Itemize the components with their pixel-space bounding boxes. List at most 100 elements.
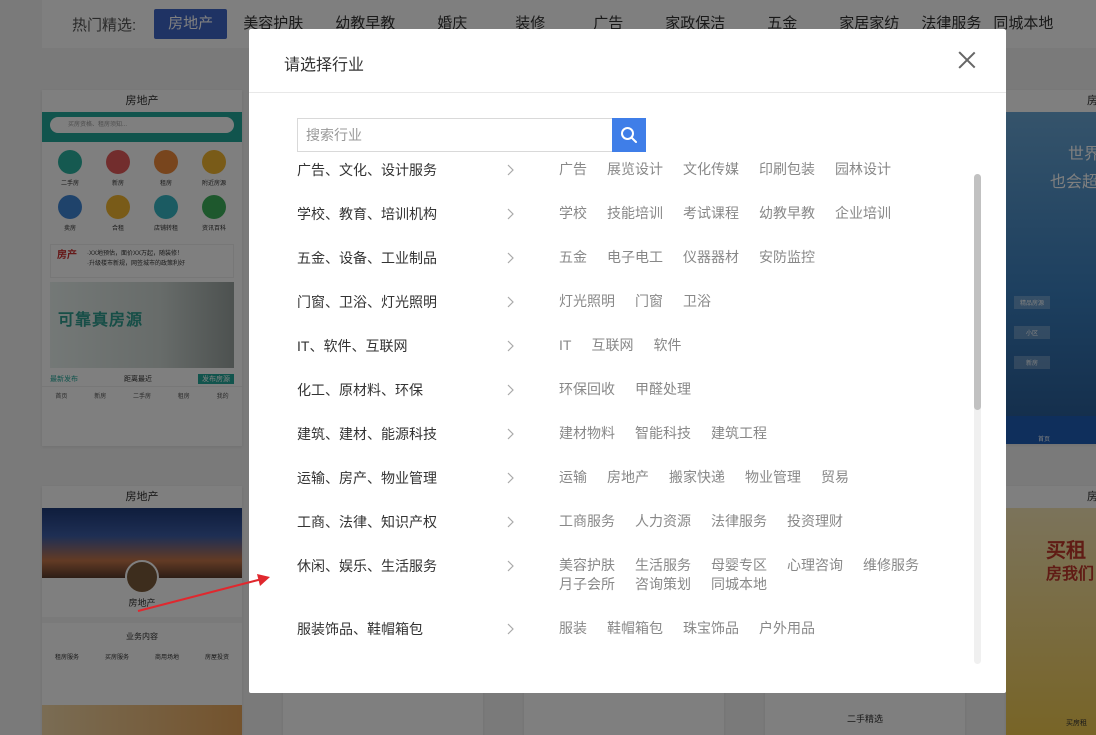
subcategory-link[interactable]: 技能培训	[607, 204, 663, 223]
subcategory-link[interactable]: 印刷包装	[759, 160, 815, 179]
subcategory-list: 建材物料 智能科技 建筑工程	[559, 424, 959, 443]
subcategory-link[interactable]: 考试课程	[683, 204, 739, 223]
industry-category[interactable]: IT、软件、互联网	[297, 336, 507, 356]
industry-category[interactable]: 运输、房产、物业管理	[297, 468, 507, 488]
industry-row[interactable]: 休闲、娱乐、生活服务 美容护肤 生活服务 母婴专区 心理咨询 维修服务月子会所 咨询策划 同城…	[297, 556, 959, 594]
industry-row[interactable]: 服装饰品、鞋帽箱包 服装 鞋帽箱包 珠宝饰品 户外用品	[297, 619, 959, 639]
chevron-right-icon	[507, 292, 559, 311]
industry-category[interactable]: 五金、设备、工业制品	[297, 248, 507, 268]
subcategory-link[interactable]: 户外用品	[759, 619, 815, 638]
industry-search-input[interactable]	[297, 118, 612, 152]
subcategory-link[interactable]: 展览设计	[607, 160, 663, 179]
subcategory-list: 美容护肤 生活服务 母婴专区 心理咨询 维修服务月子会所 咨询策划 同城本地	[559, 556, 959, 594]
search-icon	[621, 127, 637, 143]
industry-row[interactable]: 学校、教育、培训机构 学校 技能培训 考试课程 幼教早教 企业培训	[297, 204, 959, 224]
subcategory-link[interactable]: 贸易	[821, 468, 849, 487]
scrollbar-thumb[interactable]	[974, 174, 981, 410]
subcategory-link[interactable]: 安防监控	[759, 248, 815, 267]
subcategory-link[interactable]: IT	[559, 336, 571, 355]
subcategory-link[interactable]: 人力资源	[635, 512, 691, 531]
subcategory-list: 学校 技能培训 考试课程 幼教早教 企业培训	[559, 204, 959, 223]
subcategory-link[interactable]: 电子电工	[607, 248, 663, 267]
chevron-right-icon	[507, 512, 559, 531]
subcategory-link[interactable]: 物业管理	[745, 468, 801, 487]
search-button[interactable]	[612, 118, 646, 152]
industry-row[interactable]: 化工、原材料、环保 环保回收 甲醛处理	[297, 380, 959, 400]
subcategory-list: 工商服务 人力资源 法律服务 投资理财	[559, 512, 959, 531]
subcategory-link[interactable]: 运输	[559, 468, 587, 487]
industry-category[interactable]: 化工、原材料、环保	[297, 380, 507, 400]
chevron-right-icon	[507, 380, 559, 399]
subcategory-link[interactable]: 园林设计	[835, 160, 891, 179]
subcategory-link[interactable]: 投资理财	[787, 512, 843, 531]
subcategory-list: 服装 鞋帽箱包 珠宝饰品 户外用品	[559, 619, 959, 638]
subcategory-list: 运输 房地产 搬家快递 物业管理 贸易	[559, 468, 959, 487]
subcategory-link[interactable]: 搬家快递	[669, 468, 725, 487]
industry-category[interactable]: 建筑、建材、能源科技	[297, 424, 507, 444]
industry-row[interactable]: 运输、房产、物业管理 运输 房地产 搬家快递 物业管理 贸易	[297, 468, 959, 488]
subcategory-link[interactable]: 月子会所	[559, 575, 615, 594]
chevron-right-icon	[507, 424, 559, 443]
subcategory-link[interactable]: 五金	[559, 248, 587, 267]
industry-row[interactable]: 工商、法律、知识产权 工商服务 人力资源 法律服务 投资理财	[297, 512, 959, 532]
subcategory-link[interactable]: 维修服务	[863, 556, 919, 575]
chevron-right-icon	[507, 336, 559, 355]
subcategory-link[interactable]: 门窗	[635, 292, 663, 311]
industry-category[interactable]: 工商、法律、知识产权	[297, 512, 507, 532]
subcategory-list: 五金 电子电工 仪器器材 安防监控	[559, 248, 959, 267]
subcategory-link[interactable]: 鞋帽箱包	[607, 619, 663, 638]
subcategory-link[interactable]: 建筑工程	[711, 424, 767, 443]
subcategory-link[interactable]: 工商服务	[559, 512, 615, 531]
chevron-right-icon	[507, 160, 559, 179]
close-icon[interactable]	[958, 51, 976, 69]
subcategory-link[interactable]: 广告	[559, 160, 587, 179]
subcategory-link[interactable]: 咨询策划	[635, 575, 691, 594]
subcategory-link[interactable]: 服装	[559, 619, 587, 638]
subcategory-link[interactable]: 幼教早教	[759, 204, 815, 223]
industry-row[interactable]: 门窗、卫浴、灯光照明 灯光照明 门窗 卫浴	[297, 292, 959, 312]
subcategory-link[interactable]: 母婴专区	[711, 556, 767, 575]
subcategory-link[interactable]: 生活服务	[635, 556, 691, 575]
subcategory-link[interactable]: 建材物料	[559, 424, 615, 443]
chevron-right-icon	[507, 619, 559, 638]
subcategory-list: 广告 展览设计 文化传媒 印刷包装 园林设计	[559, 160, 959, 179]
subcategory-link[interactable]: 软件	[653, 336, 681, 355]
modal-title: 请选择行业	[284, 57, 365, 74]
chevron-right-icon	[507, 468, 559, 487]
industry-row[interactable]: 五金、设备、工业制品 五金 电子电工 仪器器材 安防监控	[297, 248, 959, 268]
subcategory-link[interactable]: 智能科技	[635, 424, 691, 443]
industry-row[interactable]: 建筑、建材、能源科技 建材物料 智能科技 建筑工程	[297, 424, 959, 444]
subcategory-link[interactable]: 仪器器材	[683, 248, 739, 267]
subcategory-link[interactable]: 美容护肤	[559, 556, 615, 575]
subcategory-link[interactable]: 珠宝饰品	[683, 619, 739, 638]
subcategory-list: IT 互联网 软件	[559, 336, 959, 355]
subcategory-link[interactable]: 法律服务	[711, 512, 767, 531]
chevron-right-icon	[507, 204, 559, 223]
industry-category[interactable]: 休闲、娱乐、生活服务	[297, 556, 507, 576]
subcategory-list: 环保回收 甲醛处理	[559, 380, 959, 399]
subcategory-link[interactable]: 灯光照明	[559, 292, 615, 311]
subcategory-link[interactable]: 心理咨询	[787, 556, 843, 575]
industry-select-modal: 请选择行业 广告、文化、设计服务 广告 展览设计 文化传媒 印刷包装 园林设计学校、教育、…	[249, 29, 1006, 693]
subcategory-link[interactable]: 环保回收	[559, 380, 615, 399]
subcategory-link[interactable]: 甲醛处理	[635, 380, 691, 399]
industry-row[interactable]: IT、软件、互联网 IT 互联网 软件	[297, 336, 959, 356]
subcategory-link[interactable]: 互联网	[591, 336, 633, 355]
subcategory-link[interactable]: 卫浴	[683, 292, 711, 311]
subcategory-link[interactable]: 同城本地	[711, 575, 767, 594]
scrollbar[interactable]	[974, 174, 981, 664]
industry-row[interactable]: 广告、文化、设计服务 广告 展览设计 文化传媒 印刷包装 园林设计	[297, 160, 959, 180]
chevron-right-icon	[507, 556, 559, 575]
subcategory-list: 灯光照明 门窗 卫浴	[559, 292, 959, 311]
industry-category[interactable]: 服装饰品、鞋帽箱包	[297, 619, 507, 639]
subcategory-link[interactable]: 企业培训	[835, 204, 891, 223]
industry-category[interactable]: 广告、文化、设计服务	[297, 160, 507, 180]
subcategory-link[interactable]: 房地产	[607, 468, 649, 487]
industry-search	[297, 118, 646, 152]
modal-header: 请选择行业	[249, 29, 1006, 93]
subcategory-link[interactable]: 学校	[559, 204, 587, 223]
subcategory-link[interactable]: 文化传媒	[683, 160, 739, 179]
chevron-right-icon	[507, 248, 559, 267]
industry-category[interactable]: 学校、教育、培训机构	[297, 204, 507, 224]
industry-category[interactable]: 门窗、卫浴、灯光照明	[297, 292, 507, 312]
